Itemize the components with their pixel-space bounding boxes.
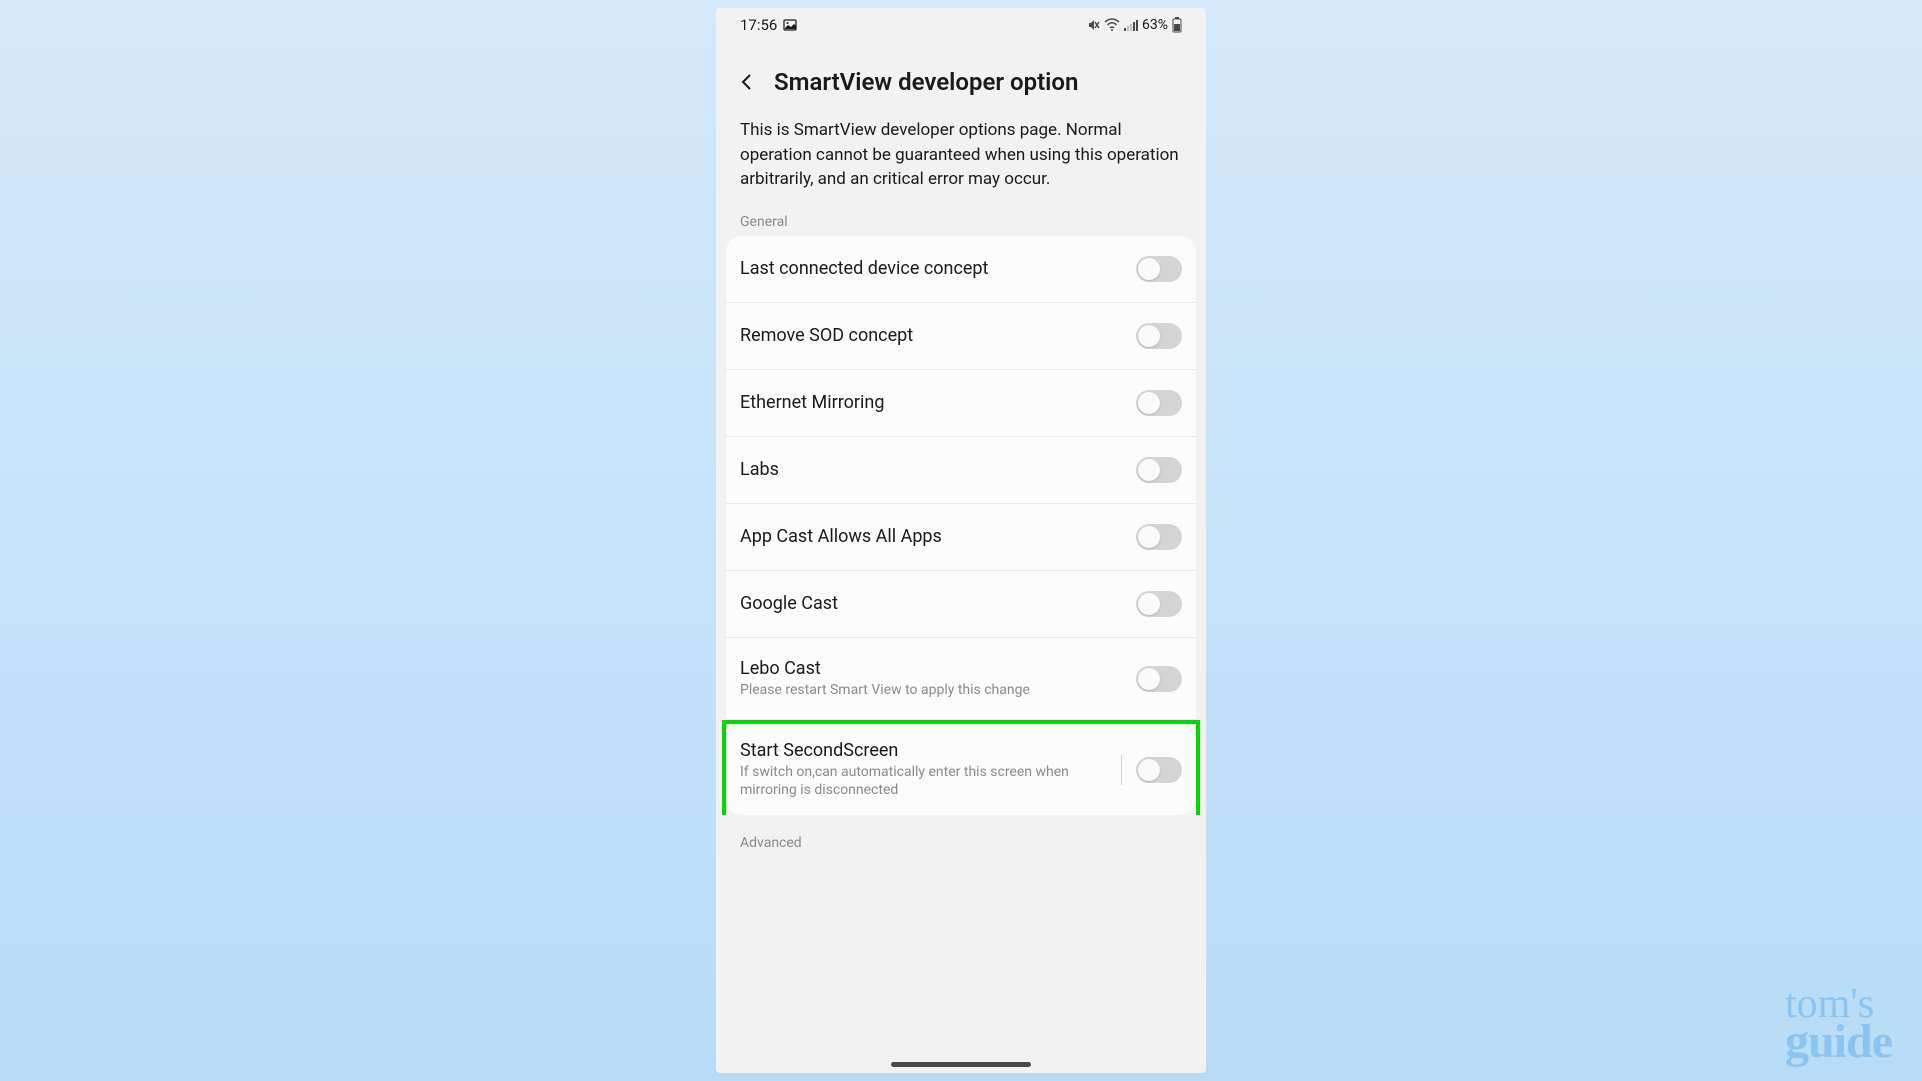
section-header-general: General — [716, 206, 1206, 236]
toggle-knob — [1138, 526, 1160, 548]
setting-sublabel: Please restart Smart View to apply this … — [740, 681, 1136, 699]
toggle-app-cast[interactable] — [1136, 524, 1182, 550]
status-bar-left: 17:56 — [740, 16, 797, 34]
setting-ethernet-mirroring[interactable]: Ethernet Mirroring — [726, 370, 1196, 437]
phone-screenshot: 17:56 63% SmartView developer option — [716, 8, 1206, 1073]
toggle-lebo-cast[interactable] — [1136, 666, 1182, 692]
toggle-knob — [1138, 759, 1160, 781]
divider — [1121, 755, 1122, 785]
setting-label: Last connected device concept — [740, 258, 1136, 279]
setting-last-connected[interactable]: Last connected device concept — [726, 236, 1196, 303]
setting-label: Start SecondScreen — [740, 740, 1121, 761]
page-description: This is SmartView developer options page… — [716, 112, 1206, 206]
home-indicator[interactable] — [891, 1062, 1031, 1067]
wifi-icon — [1104, 18, 1120, 32]
toggle-ethernet-mirroring[interactable] — [1136, 390, 1182, 416]
toggle-knob — [1138, 392, 1160, 414]
toggle-google-cast[interactable] — [1136, 591, 1182, 617]
watermark-bottom: guide — [1785, 1022, 1892, 1063]
setting-labs[interactable]: Labs — [726, 437, 1196, 504]
setting-label: Google Cast — [740, 593, 1136, 614]
status-bar-right: 63% — [1086, 17, 1182, 33]
setting-app-cast[interactable]: App Cast Allows All Apps — [726, 504, 1196, 571]
setting-label: App Cast Allows All Apps — [740, 526, 1136, 547]
status-time: 17:56 — [740, 16, 777, 34]
mute-icon — [1086, 18, 1100, 32]
setting-label: Ethernet Mirroring — [740, 392, 1136, 413]
setting-start-second-screen[interactable]: Start SecondScreen If switch on,can auto… — [722, 720, 1200, 815]
setting-label: Labs — [740, 459, 1136, 480]
toggle-start-second-screen[interactable] — [1136, 757, 1182, 783]
toggle-last-connected[interactable] — [1136, 256, 1182, 282]
toggle-knob — [1138, 593, 1160, 615]
signal-icon — [1124, 19, 1138, 31]
toggle-remove-sod[interactable] — [1136, 323, 1182, 349]
setting-google-cast[interactable]: Google Cast — [726, 571, 1196, 638]
settings-list-general: Last connected device concept Remove SOD… — [726, 236, 1196, 816]
toggle-knob — [1138, 459, 1160, 481]
battery-percent: 63% — [1142, 17, 1168, 33]
status-bar: 17:56 63% — [716, 8, 1206, 38]
watermark-logo: tom's guide — [1785, 987, 1892, 1063]
setting-label: Remove SOD concept — [740, 325, 1136, 346]
toggle-labs[interactable] — [1136, 457, 1182, 483]
toggle-knob — [1138, 325, 1160, 347]
toggle-knob — [1138, 668, 1160, 690]
setting-label: Lebo Cast — [740, 658, 1136, 679]
page-header: SmartView developer option — [716, 38, 1206, 112]
toggle-knob — [1138, 258, 1160, 280]
picture-icon — [783, 18, 797, 32]
setting-sublabel: If switch on,can automatically enter thi… — [740, 763, 1121, 799]
battery-icon — [1172, 17, 1182, 33]
back-icon[interactable] — [738, 73, 756, 91]
section-header-advanced: Advanced — [716, 815, 1206, 859]
setting-lebo-cast[interactable]: Lebo Cast Please restart Smart View to a… — [726, 638, 1196, 720]
page-title: SmartView developer option — [774, 68, 1078, 96]
setting-remove-sod[interactable]: Remove SOD concept — [726, 303, 1196, 370]
